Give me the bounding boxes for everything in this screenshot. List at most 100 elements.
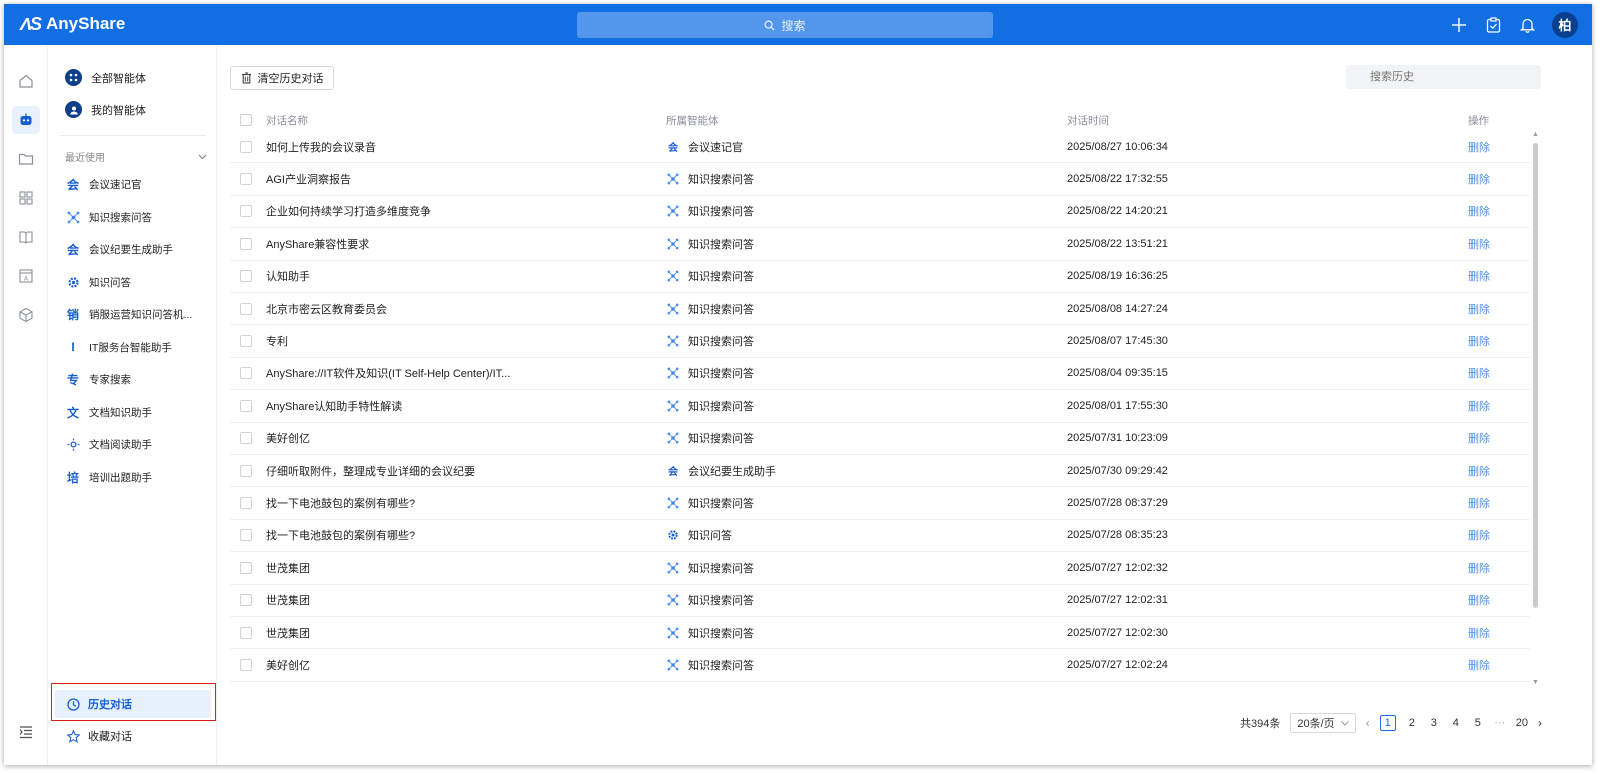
delete-link[interactable]: 删除 <box>1468 592 1490 608</box>
my-agents-item[interactable]: 我的智能体 <box>65 101 146 118</box>
row-checkbox[interactable] <box>240 432 252 445</box>
app-logo[interactable]: ΛS AnyShare <box>20 11 125 37</box>
scroll-down-icon[interactable]: ▼ <box>1532 679 1539 686</box>
table-row[interactable]: 美好创亿 知识搜索问答 2025/07/27 12:02:24 删除 <box>230 649 1530 682</box>
global-search[interactable]: 搜索 <box>577 12 993 38</box>
delete-link[interactable]: 删除 <box>1468 463 1490 479</box>
table-row[interactable]: 世茂集团 知识搜索问答 2025/07/27 12:02:32 删除 <box>230 552 1530 585</box>
recent-agent-item[interactable]: 知识搜索问答 <box>65 209 152 225</box>
conversation-name[interactable]: AnyShare兼容性要求 <box>266 236 369 252</box>
row-checkbox[interactable] <box>240 561 252 574</box>
apps-grid-icon[interactable] <box>12 184 40 212</box>
page-number[interactable]: 5 <box>1472 717 1484 729</box>
row-checkbox[interactable] <box>240 173 252 186</box>
table-scrollbar[interactable]: ▲ ▼ <box>1530 131 1540 691</box>
home-icon[interactable] <box>12 67 40 95</box>
conversation-name[interactable]: AnyShare认知助手特性解读 <box>266 398 402 414</box>
scrollbar-thumb[interactable] <box>1533 143 1538 608</box>
recent-agent-item[interactable]: 会 会议速记官 <box>65 176 142 192</box>
table-row[interactable]: 如何上传我的会议录音 会会议速记官 2025/08/27 10:06:34 删除 <box>230 131 1530 164</box>
delete-link[interactable]: 删除 <box>1468 398 1490 414</box>
table-row[interactable]: 找一下电池鼓包的案例有哪些? 知识搜索问答 2025/07/28 08:37:29 删… <box>230 487 1530 520</box>
table-row[interactable]: 世茂集团 知识搜索问答 2025/07/27 12:02:31 删除 <box>230 585 1530 617</box>
delete-link[interactable]: 删除 <box>1468 625 1490 641</box>
conversation-name[interactable]: 美好创亿 <box>266 657 310 673</box>
conversation-name[interactable]: 仔细听取附件，整理成专业详细的会议纪要 <box>266 463 475 479</box>
table-row[interactable]: 企业如何持续学习打造多维度竞争 知识搜索问答 2025/08/22 14:20:21… <box>230 196 1530 229</box>
delete-link[interactable]: 删除 <box>1468 139 1490 155</box>
row-checkbox[interactable] <box>240 205 252 218</box>
row-checkbox[interactable] <box>240 464 252 477</box>
document-icon[interactable]: A <box>12 262 40 290</box>
conversation-name[interactable]: 企业如何持续学习打造多维度竞争 <box>266 203 431 219</box>
page-number[interactable]: 3 <box>1428 717 1440 729</box>
conversation-name[interactable]: 找一下电池鼓包的案例有哪些? <box>266 495 415 511</box>
delete-link[interactable]: 删除 <box>1468 171 1490 187</box>
prev-page-icon[interactable]: ‹ <box>1366 716 1370 730</box>
row-checkbox[interactable] <box>240 399 252 412</box>
delete-link[interactable]: 删除 <box>1468 203 1490 219</box>
select-all-checkbox[interactable] <box>240 114 252 126</box>
all-agents-item[interactable]: 全部智能体 <box>65 69 146 86</box>
recent-agent-item[interactable]: 培 培训出题助手 <box>65 469 152 485</box>
recent-header[interactable]: 最近使用 <box>65 149 207 164</box>
table-row[interactable]: 世茂集团 知识搜索问答 删除 <box>230 682 1530 691</box>
history-conversations-item[interactable]: 历史对话 <box>55 690 211 718</box>
delete-link[interactable]: 删除 <box>1468 657 1490 673</box>
page-number[interactable]: 1 <box>1379 715 1396 731</box>
user-avatar[interactable]: 柏 <box>1552 11 1578 38</box>
book-icon[interactable] <box>12 223 40 251</box>
history-search-input[interactable] <box>1346 65 1541 89</box>
conversation-name[interactable]: 世茂集团 <box>266 625 310 641</box>
row-checkbox[interactable] <box>240 270 252 283</box>
recent-agent-item[interactable]: 文档阅读助手 <box>65 436 152 452</box>
row-checkbox[interactable] <box>240 367 252 380</box>
table-row[interactable]: AnyShare认知助手特性解读 知识搜索问答 2025/08/01 17:55:3… <box>230 390 1530 423</box>
recent-agent-item[interactable]: I IT服务台智能助手 <box>65 339 172 355</box>
bell-icon[interactable] <box>1518 16 1536 34</box>
page-ellipsis[interactable]: ··· <box>1494 717 1506 729</box>
plus-icon[interactable] <box>1450 16 1468 34</box>
conversation-name[interactable]: 世茂集团 <box>266 689 310 691</box>
cube-icon[interactable] <box>12 301 40 329</box>
menu-collapse-icon[interactable] <box>12 718 40 746</box>
agent-icon[interactable] <box>12 106 40 134</box>
table-row[interactable]: AGI产业洞察报告 知识搜索问答 2025/08/22 17:32:55 删除 <box>230 163 1530 196</box>
conversation-name[interactable]: 如何上传我的会议录音 <box>266 139 376 155</box>
delete-link[interactable]: 删除 <box>1468 301 1490 317</box>
table-row[interactable]: 美好创亿 知识搜索问答 2025/07/31 10:23:09 删除 <box>230 423 1530 455</box>
page-number[interactable]: 20 <box>1516 717 1528 729</box>
table-row[interactable]: 世茂集团 知识搜索问答 2025/07/27 12:02:30 删除 <box>230 617 1530 650</box>
delete-link[interactable]: 删除 <box>1468 365 1490 381</box>
delete-link[interactable]: 删除 <box>1468 430 1490 446</box>
table-row[interactable]: AnyShare://IT软件及知识(IT Self-Help Center)/… <box>230 358 1530 391</box>
recent-agent-item[interactable]: 知识问答 <box>65 274 131 290</box>
next-page-icon[interactable]: › <box>1538 716 1542 730</box>
table-row[interactable]: 专利 知识搜索问答 2025/08/07 17:45:30 删除 <box>230 325 1530 358</box>
table-row[interactable]: 北京市密云区教育委员会 知识搜索问答 2025/08/08 14:27:24 删除 <box>230 293 1530 326</box>
delete-link[interactable]: 删除 <box>1468 495 1490 511</box>
conversation-name[interactable]: 世茂集团 <box>266 592 310 608</box>
delete-link[interactable]: 删除 <box>1468 527 1490 543</box>
conversation-name[interactable]: 认知助手 <box>266 268 310 284</box>
row-checkbox[interactable] <box>240 626 252 639</box>
delete-link[interactable]: 删除 <box>1468 236 1490 252</box>
page-size-select[interactable]: 20条/页 <box>1290 713 1356 733</box>
delete-link[interactable]: 删除 <box>1468 560 1490 576</box>
row-checkbox[interactable] <box>240 335 252 348</box>
clear-history-button[interactable]: 清空历史对话 <box>230 66 334 90</box>
conversation-name[interactable]: 找一下电池鼓包的案例有哪些? <box>266 527 415 543</box>
row-checkbox[interactable] <box>240 659 252 672</box>
row-checkbox[interactable] <box>240 497 252 510</box>
delete-link[interactable]: 删除 <box>1468 333 1490 349</box>
recent-agent-item[interactable]: 销 销服运营知识问答机... <box>65 306 192 322</box>
table-row[interactable]: 认知助手 知识搜索问答 2025/08/19 16:36:25 删除 <box>230 261 1530 293</box>
row-checkbox[interactable] <box>240 237 252 250</box>
row-checkbox[interactable] <box>240 140 252 153</box>
favorite-conversations-item[interactable]: 收藏对话 <box>67 728 132 744</box>
delete-link[interactable]: 删除 <box>1468 689 1490 691</box>
task-icon[interactable] <box>1484 16 1502 34</box>
recent-agent-item[interactable]: 文 文档知识助手 <box>65 404 152 420</box>
delete-link[interactable]: 删除 <box>1468 268 1490 284</box>
recent-agent-item[interactable]: 专 专家搜索 <box>65 371 131 387</box>
